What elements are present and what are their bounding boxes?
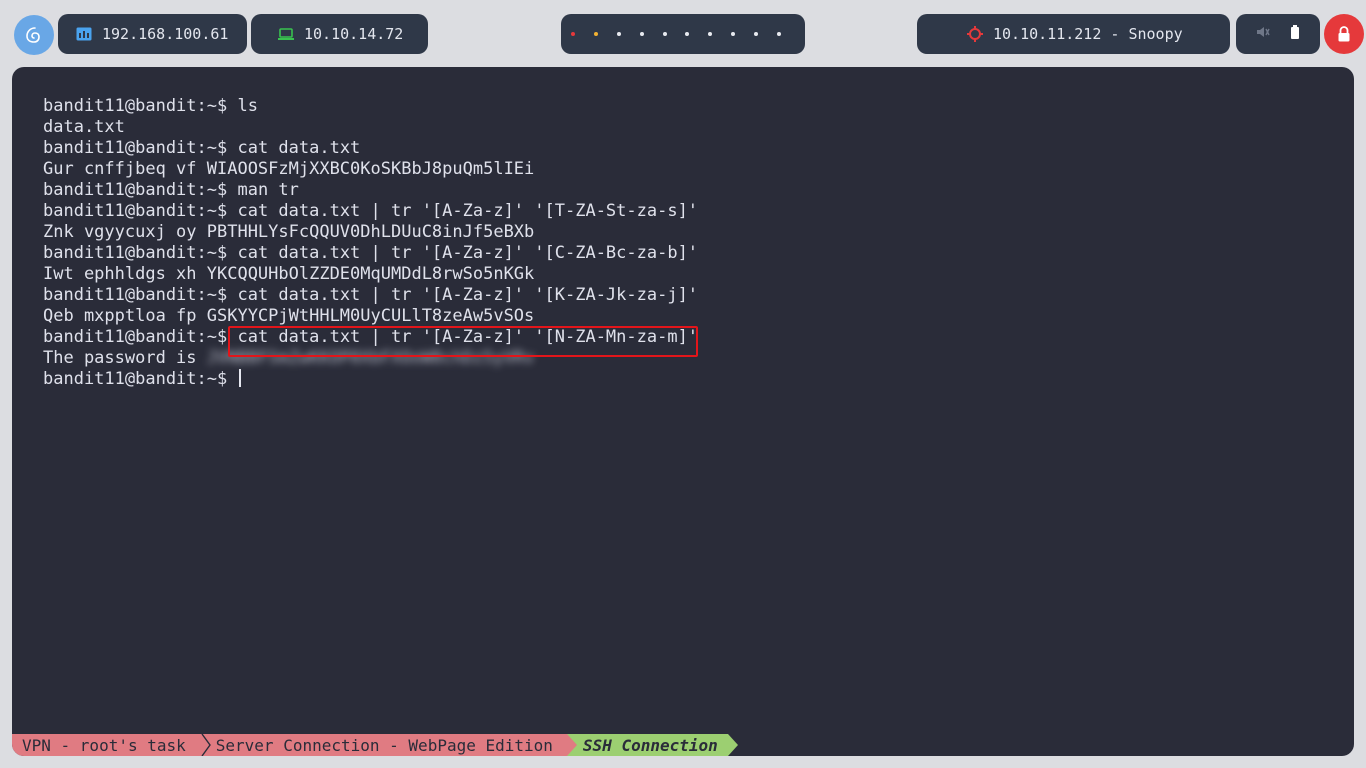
app-launcher-button[interactable] [14, 15, 54, 55]
output-text: Qeb mxpptloa fp GSKYYCPjWtHHLM0UyCULlT8z… [43, 306, 535, 326]
workspace-3-dot[interactable] [616, 32, 621, 36]
terminal-line: bandit11@bandit:~$ cat data.txt | tr '[A… [43, 201, 698, 222]
status-segment-vpn[interactable]: VPN - root's task [12, 734, 200, 756]
command-text: cat data.txt | tr '[A-Za-z]' '[K-ZA-Jk-z… [237, 285, 699, 305]
output-text: The password is [43, 348, 207, 368]
shell-prompt: bandit11@bandit:~$ [43, 138, 238, 158]
workspace-6-dot[interactable] [685, 32, 690, 36]
output-text: data.txt [43, 117, 125, 137]
target-widget[interactable]: 10.10.11.212 - Snoopy [917, 14, 1230, 54]
lock-screen-button[interactable] [1324, 14, 1364, 54]
workspace-switcher[interactable] [561, 14, 805, 54]
status-segment-server[interactable]: Server Connection - WebPage Edition [211, 734, 567, 756]
target-text: 10.10.11.212 - Snoopy [993, 25, 1183, 43]
target-crosshair-icon [967, 26, 983, 42]
redacted-password: JVNBBFSmZwKKOP0XbFXOoW8chDz5yVRv [206, 348, 535, 368]
mute-icon[interactable] [1256, 25, 1270, 43]
output-text: Znk vgyycuxj oy PBTHHLYsFcQQUV0DhLDUuC8i… [43, 222, 535, 242]
status-segment-label: VPN - root's task [22, 735, 186, 755]
output-text: Gur cnffjbeq vf WIAOOSFzMjXXBC0KoSKBbJ8p… [43, 159, 535, 179]
segment-separator-icon [199, 734, 212, 756]
terminal-line: bandit11@bandit:~$ man tr [43, 180, 698, 201]
shell-prompt: bandit11@bandit:~$ [43, 327, 238, 347]
laptop-icon [278, 28, 294, 40]
terminal-window[interactable]: bandit11@bandit:~$ ls data.txt bandit11@ba… [12, 67, 1354, 756]
shell-prompt: bandit11@bandit:~$ [43, 369, 238, 389]
shell-prompt: bandit11@bandit:~$ [43, 201, 238, 221]
battery-icon[interactable] [1290, 25, 1300, 43]
command-text: cat data.txt | tr '[A-Za-z]' '[T-ZA-St-z… [237, 201, 699, 221]
status-segment-label: SSH Connection [582, 735, 718, 755]
terminal-line: Znk vgyycuxj oy PBTHHLYsFcQQUV0DhLDUuC8i… [43, 222, 698, 243]
workspace-10-dot[interactable] [776, 32, 781, 36]
tmux-status-bar: VPN - root's task Server Connection - We… [12, 734, 738, 756]
local-ip-text: 192.168.100.61 [102, 25, 229, 43]
workspace-4-dot[interactable] [639, 32, 644, 36]
shell-prompt: bandit11@bandit:~$ [43, 180, 238, 200]
command-text: cat data.txt | tr '[A-Za-z]' '[C-ZA-Bc-z… [237, 243, 699, 263]
terminal-line: Iwt ephhldgs xh YKCQQUHbOlZZDE0MqUMDdL8r… [43, 264, 698, 285]
command-text: man tr [237, 180, 299, 200]
status-segment-ssh[interactable]: SSH Connection [576, 734, 728, 756]
terminal-line: Gur cnffjbeq vf WIAOOSFzMjXXBC0KoSKBbJ8p… [43, 159, 698, 180]
text-cursor [239, 369, 242, 387]
workspace-5-dot[interactable] [662, 32, 667, 36]
terminal-line: bandit11@bandit:~$ ls [43, 96, 698, 117]
workspace-8-dot[interactable] [731, 32, 736, 36]
segment-end-arrow-icon [727, 734, 738, 756]
terminal-output[interactable]: bandit11@bandit:~$ ls data.txt bandit11@ba… [43, 96, 698, 390]
shell-prompt: bandit11@bandit:~$ [43, 243, 238, 263]
lock-icon [1338, 26, 1350, 42]
shell-prompt: bandit11@bandit:~$ [43, 96, 238, 116]
workspace-7-dot[interactable] [708, 32, 713, 36]
local-ip-widget[interactable]: 192.168.100.61 [58, 14, 247, 54]
vpn-ip-text: 10.10.14.72 [304, 25, 404, 43]
terminal-line: The password is JVNBBFSmZwKKOP0XbFXOoW8c… [43, 348, 698, 369]
terminal-line: bandit11@bandit:~$ cat data.txt | tr '[A… [43, 327, 698, 348]
command-text: ls [237, 96, 258, 116]
network-icon [76, 27, 92, 41]
debian-swirl-icon [26, 27, 40, 43]
status-segment-label: Server Connection - WebPage Edition [215, 735, 553, 755]
vpn-ip-widget[interactable]: 10.10.14.72 [251, 14, 428, 54]
terminal-line: Qeb mxpptloa fp GSKYYCPjWtHHLM0UyCULlT8z… [43, 306, 698, 327]
terminal-line: data.txt [43, 117, 698, 138]
shell-prompt: bandit11@bandit:~$ [43, 285, 238, 305]
terminal-line: bandit11@bandit:~$ cat data.txt | tr '[A… [43, 243, 698, 264]
terminal-line: bandit11@bandit:~$ [43, 369, 698, 390]
top-bar: 192.168.100.61 10.10.14.72 10.10.11.212 … [0, 0, 1366, 68]
terminal-line: bandit11@bandit:~$ cat data.txt | tr '[A… [43, 285, 698, 306]
system-tray [1236, 14, 1320, 54]
workspace-1-dot[interactable] [571, 32, 575, 36]
workspace-9-dot[interactable] [754, 32, 758, 36]
command-text: cat data.txt [237, 138, 361, 158]
terminal-line: bandit11@bandit:~$ cat data.txt [43, 138, 698, 159]
segment-arrow-icon [566, 734, 577, 756]
output-text: Iwt ephhldgs xh YKCQQUHbOlZZDE0MqUMDdL8r… [43, 264, 535, 284]
workspace-2-dot[interactable] [593, 32, 598, 36]
command-text: cat data.txt | tr '[A-Za-z]' '[N-ZA-Mn-z… [237, 327, 699, 347]
